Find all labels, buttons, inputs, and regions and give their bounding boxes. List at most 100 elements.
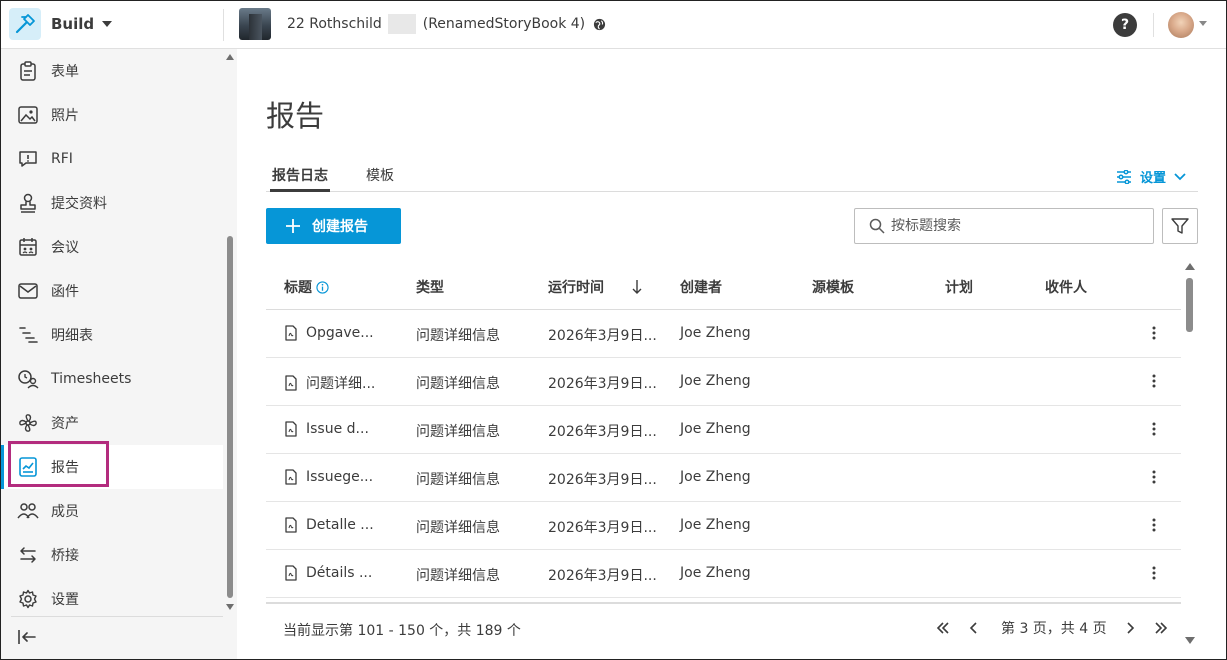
chevron-down-icon[interactable] <box>1199 21 1207 26</box>
collapse-sidebar-icon[interactable] <box>17 629 37 645</box>
globe-icon <box>594 18 606 30</box>
column-header-recipients[interactable]: 收件人 <box>1045 277 1087 297</box>
sidebar-item-photos[interactable]: 照片 <box>1 93 223 137</box>
sidebar-item-assets[interactable]: 资产 <box>1 401 223 445</box>
table-body: Opgave... 问题详细信息 2026年3月9日... Joe Zheng 问题详细… <box>266 310 1181 598</box>
row-creator: Joe Zheng <box>680 373 751 389</box>
row-title[interactable]: Detalle ... <box>306 517 374 533</box>
sidebar-item-schedule[interactable]: 明细表 <box>1 313 223 357</box>
search-input[interactable] <box>891 218 1141 234</box>
sidebar-nav: 表单 照片 RFI 提交资料 会议 函件 明细表 Timesheets 资产 报… <box>1 49 223 621</box>
row-title[interactable]: Issue d... <box>306 421 369 437</box>
filter-button[interactable] <box>1162 208 1198 244</box>
sort-arrow-down-icon[interactable] <box>632 280 642 294</box>
sidebar-item-label: 成员 <box>51 504 79 520</box>
sidebar-item-rfi[interactable]: RFI <box>1 137 223 181</box>
chevron-down-icon <box>102 21 113 27</box>
sidebar-scrollbar-thumb[interactable] <box>227 236 233 598</box>
scroll-up-arrow-icon[interactable] <box>1185 263 1195 270</box>
row-title-cell[interactable]: Opgave... <box>284 325 374 341</box>
row-run-time: 2026年3月9日... <box>548 328 657 344</box>
sidebar-item-label: 函件 <box>51 284 79 300</box>
sidebar-item-settings[interactable]: 设置 <box>1 577 223 621</box>
tab-templates[interactable]: 模板 <box>366 165 394 192</box>
table-row[interactable]: Détails ... 问题详细信息 2026年3月9日... Joe Zheng <box>266 550 1181 598</box>
previous-page-icon[interactable] <box>963 618 983 638</box>
row-title[interactable]: Opgave... <box>306 325 374 341</box>
table-row[interactable]: Opgave... 问题详细信息 2026年3月9日... Joe Zheng <box>266 310 1181 358</box>
reports-table: 标题 类型 运行时间 创建者 源模板 计划 收件人 Opgave... 问题详细信… <box>266 262 1181 598</box>
tab-report-log[interactable]: 报告日志 <box>270 165 330 192</box>
sidebar-item-label: 报告 <box>51 460 79 476</box>
scroll-down-arrow-icon[interactable] <box>1185 637 1195 644</box>
scroll-up-arrow-icon[interactable] <box>226 54 234 60</box>
pdf-document-icon <box>285 469 297 485</box>
table-row[interactable]: Issue d... 问题详细信息 2026年3月9日... Joe Zheng <box>266 406 1181 454</box>
column-header-creator[interactable]: 创建者 <box>680 277 722 297</box>
table-row[interactable]: Detalle ... 问题详细信息 2026年3月9日... Joe Zheng <box>266 502 1181 550</box>
page-title: 报告 <box>266 99 325 133</box>
row-type: 问题详细信息 <box>416 520 500 536</box>
row-run-time: 2026年3月9日... <box>548 520 657 536</box>
row-run-time: 2026年3月9日... <box>548 472 657 488</box>
project-selector[interactable]: 22 Rothschild (RenamedStoryBook 4) <box>239 8 606 40</box>
info-icon[interactable] <box>316 280 329 294</box>
sidebar-item-submittals[interactable]: 提交资料 <box>1 181 223 225</box>
gear-icon <box>17 588 39 610</box>
row-title[interactable]: 问题详细... <box>306 373 375 393</box>
help-button[interactable]: ? <box>1113 13 1137 37</box>
search-field[interactable] <box>854 208 1154 244</box>
sidebar-item-timesheets[interactable]: Timesheets <box>1 357 223 401</box>
sidebar-item-correspondence[interactable]: 函件 <box>1 269 223 313</box>
sidebar-item-label: RFI <box>51 151 73 167</box>
calendar-icon <box>17 236 39 258</box>
create-report-button[interactable]: 创建报告 <box>266 208 401 244</box>
more-options-icon[interactable] <box>1152 326 1156 340</box>
pagination-status: 当前显示第 101 - 150 个，共 189 个 <box>283 623 521 639</box>
scroll-down-arrow-icon[interactable] <box>226 604 234 610</box>
table-row[interactable]: Issuege... 问题详细信息 2026年3月9日... Joe Zheng <box>266 454 1181 502</box>
column-header-title[interactable]: 标题 <box>284 277 329 297</box>
settings-dropdown[interactable]: 设置 <box>1116 167 1186 186</box>
app-switcher[interactable]: Build <box>9 7 113 41</box>
header-divider <box>223 9 224 41</box>
bridge-icon <box>17 544 39 566</box>
more-options-icon[interactable] <box>1152 518 1156 532</box>
row-title-cell[interactable]: Detalle ... <box>284 517 374 533</box>
more-options-icon[interactable] <box>1152 566 1156 580</box>
last-page-icon[interactable] <box>1151 618 1171 638</box>
column-label: 标题 <box>284 280 312 296</box>
sidebar-item-bridge[interactable]: 桥接 <box>1 533 223 577</box>
row-title-cell[interactable]: Issuege... <box>284 469 373 485</box>
avatar[interactable] <box>1168 12 1194 38</box>
row-title-cell[interactable]: Issue d... <box>284 421 369 437</box>
settings-label: 设置 <box>1140 171 1167 186</box>
sidebar-item-members[interactable]: 成员 <box>1 489 223 533</box>
members-icon <box>17 500 39 522</box>
sidebar-item-forms[interactable]: 表单 <box>1 49 223 93</box>
column-header-schedule[interactable]: 计划 <box>945 277 973 297</box>
more-options-icon[interactable] <box>1152 422 1156 436</box>
row-title[interactable]: Issuege... <box>306 469 373 485</box>
project-name: 22 Rothschild (RenamedStoryBook 4) <box>287 14 585 34</box>
schedule-icon <box>17 324 39 346</box>
row-title-cell[interactable]: 问题详细... <box>284 373 375 393</box>
next-page-icon[interactable] <box>1121 618 1141 638</box>
sidebar-item-meetings[interactable]: 会议 <box>1 225 223 269</box>
row-title-cell[interactable]: Détails ... <box>284 565 372 581</box>
table-row[interactable]: 问题详细... 问题详细信息 2026年3月9日... Joe Zheng <box>266 358 1181 406</box>
row-title[interactable]: Détails ... <box>306 565 372 581</box>
more-options-icon[interactable] <box>1152 470 1156 484</box>
table-scrollbar-thumb[interactable] <box>1186 278 1193 332</box>
sidebar-item-reports[interactable]: 报告 <box>1 445 223 489</box>
timesheets-icon <box>17 368 39 390</box>
column-header-source-template[interactable]: 源模板 <box>812 277 854 297</box>
redacted-block <box>388 14 417 34</box>
column-header-run-time[interactable]: 运行时间 <box>548 277 642 297</box>
first-page-icon[interactable] <box>933 618 953 638</box>
sidebar-item-label: 照片 <box>51 108 79 124</box>
pdf-document-icon <box>285 375 297 391</box>
sidebar-item-label: 资产 <box>51 416 79 432</box>
more-options-icon[interactable] <box>1152 374 1156 388</box>
column-header-type[interactable]: 类型 <box>416 277 444 297</box>
